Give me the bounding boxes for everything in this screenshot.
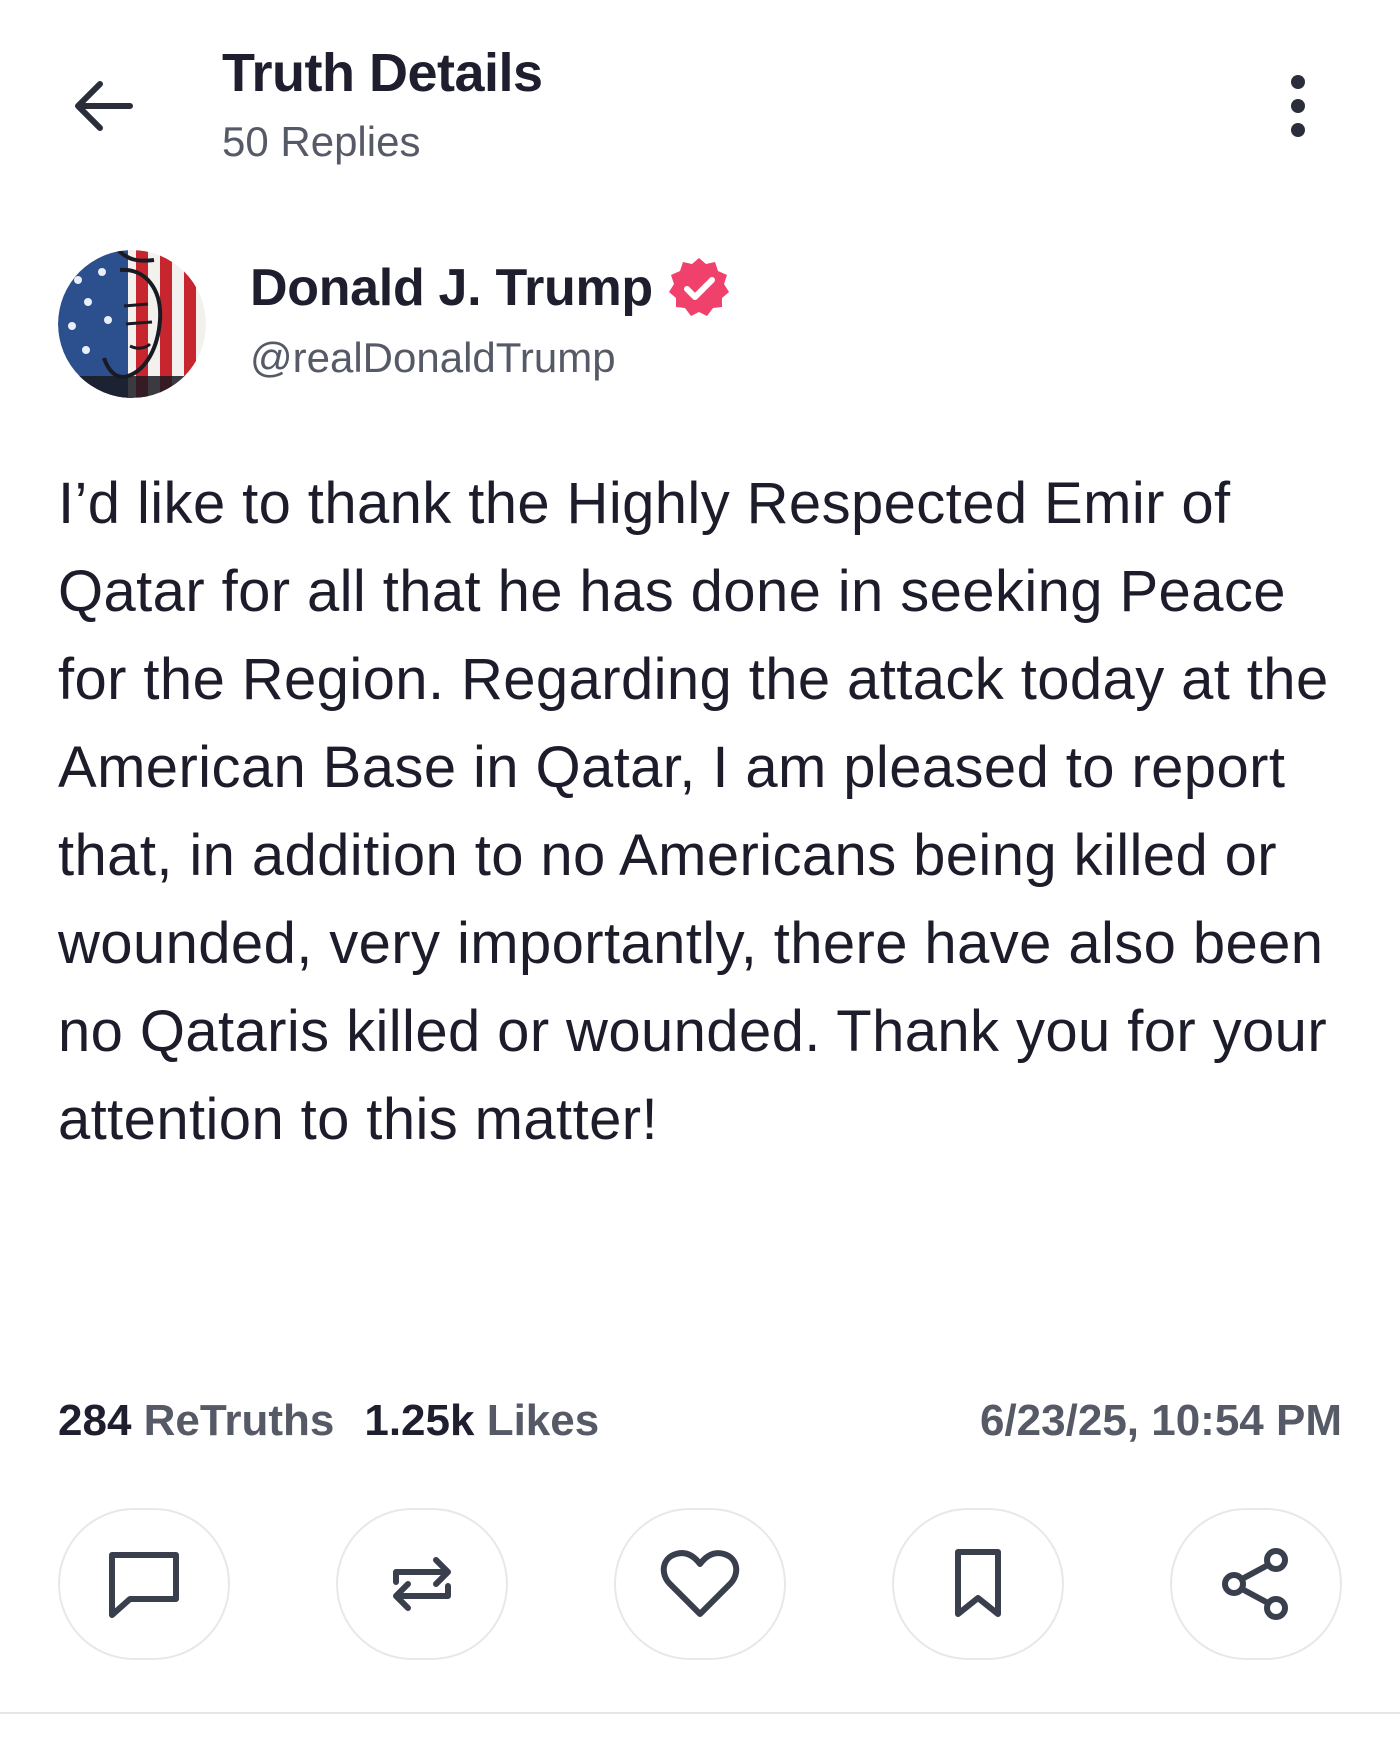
likes-label: Likes bbox=[486, 1396, 600, 1445]
likes-stat[interactable]: 1.25k Likes bbox=[364, 1396, 599, 1446]
action-bar bbox=[58, 1508, 1342, 1660]
post-stats: 284 ReTruths 1.25k Likes bbox=[58, 1396, 599, 1446]
more-options-button[interactable] bbox=[1268, 66, 1328, 146]
retruths-stat[interactable]: 284 ReTruths bbox=[58, 1396, 334, 1446]
bottom-divider bbox=[0, 1712, 1400, 1714]
like-button[interactable] bbox=[614, 1508, 786, 1660]
post-timestamp: 6/23/25, 10:54 PM bbox=[979, 1396, 1342, 1445]
replies-count: 50 Replies bbox=[222, 118, 421, 165]
share-button[interactable] bbox=[1170, 1508, 1342, 1660]
retruths-label: ReTruths bbox=[143, 1396, 335, 1445]
retruth-button[interactable] bbox=[336, 1508, 508, 1660]
post-text: I’d like to thank the Highly Respected E… bbox=[58, 471, 1329, 1152]
retruths-count: 284 bbox=[58, 1396, 132, 1445]
heart-icon bbox=[660, 1550, 740, 1617]
author-name-row: Donald J. Trump bbox=[250, 256, 731, 320]
bookmark-icon bbox=[955, 1549, 1001, 1617]
repost-icon bbox=[393, 1557, 451, 1611]
verified-badge-icon bbox=[667, 256, 731, 320]
share-icon bbox=[1222, 1548, 1288, 1620]
author-name[interactable]: Donald J. Trump bbox=[250, 258, 653, 318]
comment-icon bbox=[109, 1552, 179, 1618]
page-title: Truth Details bbox=[222, 43, 543, 103]
reply-button[interactable] bbox=[58, 1508, 230, 1660]
truth-details-screen: Truth Details 50 Replies Donald J. Trump… bbox=[0, 0, 1400, 1755]
author-handle[interactable]: @realDonaldTrump bbox=[250, 334, 616, 382]
more-vertical-icon bbox=[1291, 75, 1305, 137]
avatar[interactable] bbox=[58, 250, 206, 398]
bookmark-button[interactable] bbox=[892, 1508, 1064, 1660]
likes-count: 1.25k bbox=[364, 1396, 475, 1445]
back-button[interactable] bbox=[62, 66, 142, 146]
flag-portrait-avatar-image bbox=[58, 250, 206, 398]
arrow-left-icon bbox=[75, 81, 133, 131]
